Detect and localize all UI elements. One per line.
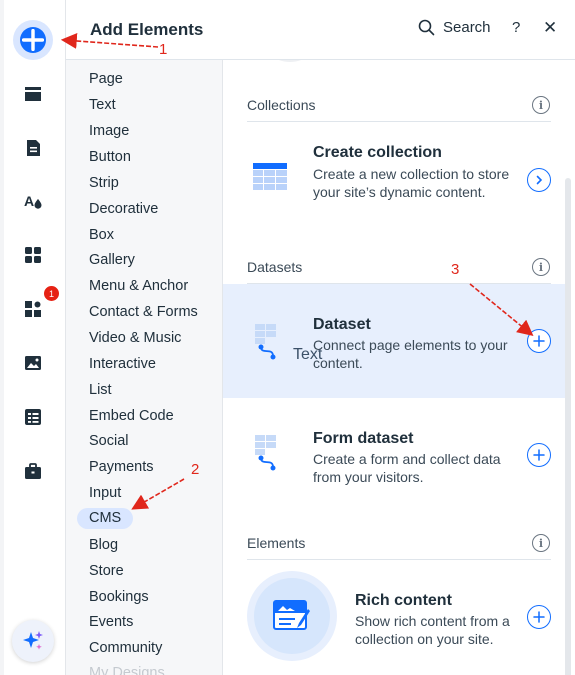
apps-button[interactable] <box>13 235 53 275</box>
rich-content-title: Rich content <box>355 592 452 609</box>
editor-root: A 1 Add Elements Search ? ✕ Page Text Im… <box>0 0 575 675</box>
add-form-dataset-button[interactable] <box>527 443 551 467</box>
media-button[interactable] <box>13 343 53 383</box>
category-list[interactable]: List <box>89 380 112 400</box>
category-page[interactable]: Page <box>89 69 123 89</box>
svg-text:A: A <box>24 193 34 209</box>
divider <box>247 121 551 122</box>
add-icon <box>20 27 46 53</box>
category-store[interactable]: Store <box>89 561 124 581</box>
section-elements: Elements <box>247 535 306 551</box>
category-button[interactable]: Button <box>89 147 131 167</box>
rich-content-thumbnail <box>247 571 337 661</box>
plus-icon <box>533 449 545 461</box>
add-dataset-button[interactable] <box>527 329 551 353</box>
search-icon <box>418 19 435 36</box>
panel-title: Add Elements <box>90 20 204 39</box>
chevron-right-icon <box>536 175 543 185</box>
category-text[interactable]: Text <box>89 95 116 115</box>
theme-button[interactable]: A <box>13 181 53 221</box>
pages-button[interactable] <box>13 128 53 168</box>
dataset-icon <box>255 324 276 360</box>
close-button[interactable]: ✕ <box>543 18 557 38</box>
category-cms[interactable]: CMS <box>77 508 134 529</box>
app-market-icon <box>25 301 41 317</box>
create-collection-desc: Create a new collection to store your si… <box>313 166 510 200</box>
search-button[interactable]: Search <box>418 19 491 36</box>
panel-header: Add Elements Search ? ✕ <box>66 0 575 60</box>
category-social[interactable]: Social <box>89 431 129 451</box>
dataset-title: Dataset <box>313 316 371 333</box>
rich-content-card[interactable]: Rich content Show rich content from a co… <box>223 565 569 675</box>
media-icon <box>25 356 41 370</box>
category-embed-code[interactable]: Embed Code <box>89 406 174 426</box>
cms-table-icon <box>25 409 41 425</box>
category-input[interactable]: Input <box>89 483 121 503</box>
form-dataset-desc: Create a form and collect data from your… <box>313 451 501 485</box>
category-gallery[interactable]: Gallery <box>89 250 135 270</box>
create-collection-card[interactable]: Create collection Create a new collectio… <box>223 130 569 240</box>
category-strip[interactable]: Strip <box>89 173 119 193</box>
category-image[interactable]: Image <box>89 121 129 141</box>
form-dataset-card[interactable]: Form dataset Create a form and collect d… <box>223 405 569 515</box>
left-toolbar: A 1 <box>0 0 66 675</box>
theme-icon: A <box>24 193 42 209</box>
sections-button[interactable] <box>13 74 53 114</box>
apps-grid-icon <box>25 247 41 263</box>
create-collection-open-button[interactable] <box>527 168 551 192</box>
collection-table-icon <box>253 163 287 190</box>
category-menu-anchor[interactable]: Menu & Anchor <box>89 276 188 296</box>
add-elements-button[interactable] <box>13 20 53 60</box>
category-community[interactable]: Community <box>89 638 162 658</box>
dataset-desc: Connect page elements to your content. <box>313 337 508 371</box>
category-bookings[interactable]: Bookings <box>89 587 149 607</box>
info-icon[interactable]: i <box>532 258 550 276</box>
info-icon[interactable]: i <box>532 96 550 114</box>
drag-ghost-text: Text <box>293 346 323 363</box>
dataset-card[interactable]: Dataset Connect page elements to your co… <box>223 284 569 398</box>
rich-content-desc: Show rich content from a collection on y… <box>355 613 510 647</box>
section-datasets: Datasets <box>247 259 303 275</box>
divider <box>247 559 551 560</box>
category-events[interactable]: Events <box>89 612 133 632</box>
scrolled-thumbnail <box>258 60 322 62</box>
ai-assistant-button[interactable] <box>12 620 54 662</box>
add-rich-content-button[interactable] <box>527 605 551 629</box>
category-box[interactable]: Box <box>89 225 114 245</box>
page-icon <box>27 140 40 156</box>
rich-content-icon <box>273 600 310 630</box>
category-list: Page Text Image Button Strip Decorative … <box>66 60 223 675</box>
plus-icon <box>533 335 545 347</box>
notification-badge: 1 <box>44 286 59 301</box>
scrollbar[interactable] <box>565 178 571 675</box>
info-icon[interactable]: i <box>532 534 550 552</box>
category-blog[interactable]: Blog <box>89 535 118 555</box>
annotation-number-1: 1 <box>159 41 168 58</box>
add-elements-panel: Add Elements Search ? ✕ Page Text Image … <box>66 0 575 675</box>
cms-content: Collections i Create collection Create a… <box>223 60 575 675</box>
plus-icon <box>533 611 545 623</box>
strip-layout-icon <box>25 87 41 101</box>
form-dataset-icon <box>255 435 276 471</box>
create-collection-title: Create collection <box>313 144 442 161</box>
category-my-designs[interactable]: My Designs <box>89 663 165 675</box>
cms-button[interactable] <box>13 397 53 437</box>
ai-sparkle-icon <box>23 631 43 650</box>
category-contact-forms[interactable]: Contact & Forms <box>89 302 198 322</box>
canvas-edge <box>0 0 4 675</box>
annotation-number-2: 2 <box>191 461 200 478</box>
portfolio-briefcase-icon <box>25 463 41 479</box>
form-dataset-title: Form dataset <box>313 430 414 447</box>
help-button[interactable]: ? <box>512 19 520 36</box>
category-video-music[interactable]: Video & Music <box>89 328 181 348</box>
annotation-number-3: 3 <box>451 261 460 278</box>
category-decorative[interactable]: Decorative <box>89 199 158 219</box>
category-interactive[interactable]: Interactive <box>89 354 156 374</box>
section-collections: Collections <box>247 97 316 113</box>
portfolio-button[interactable] <box>13 451 53 491</box>
search-label: Search <box>443 19 491 36</box>
category-payments[interactable]: Payments <box>89 457 153 477</box>
